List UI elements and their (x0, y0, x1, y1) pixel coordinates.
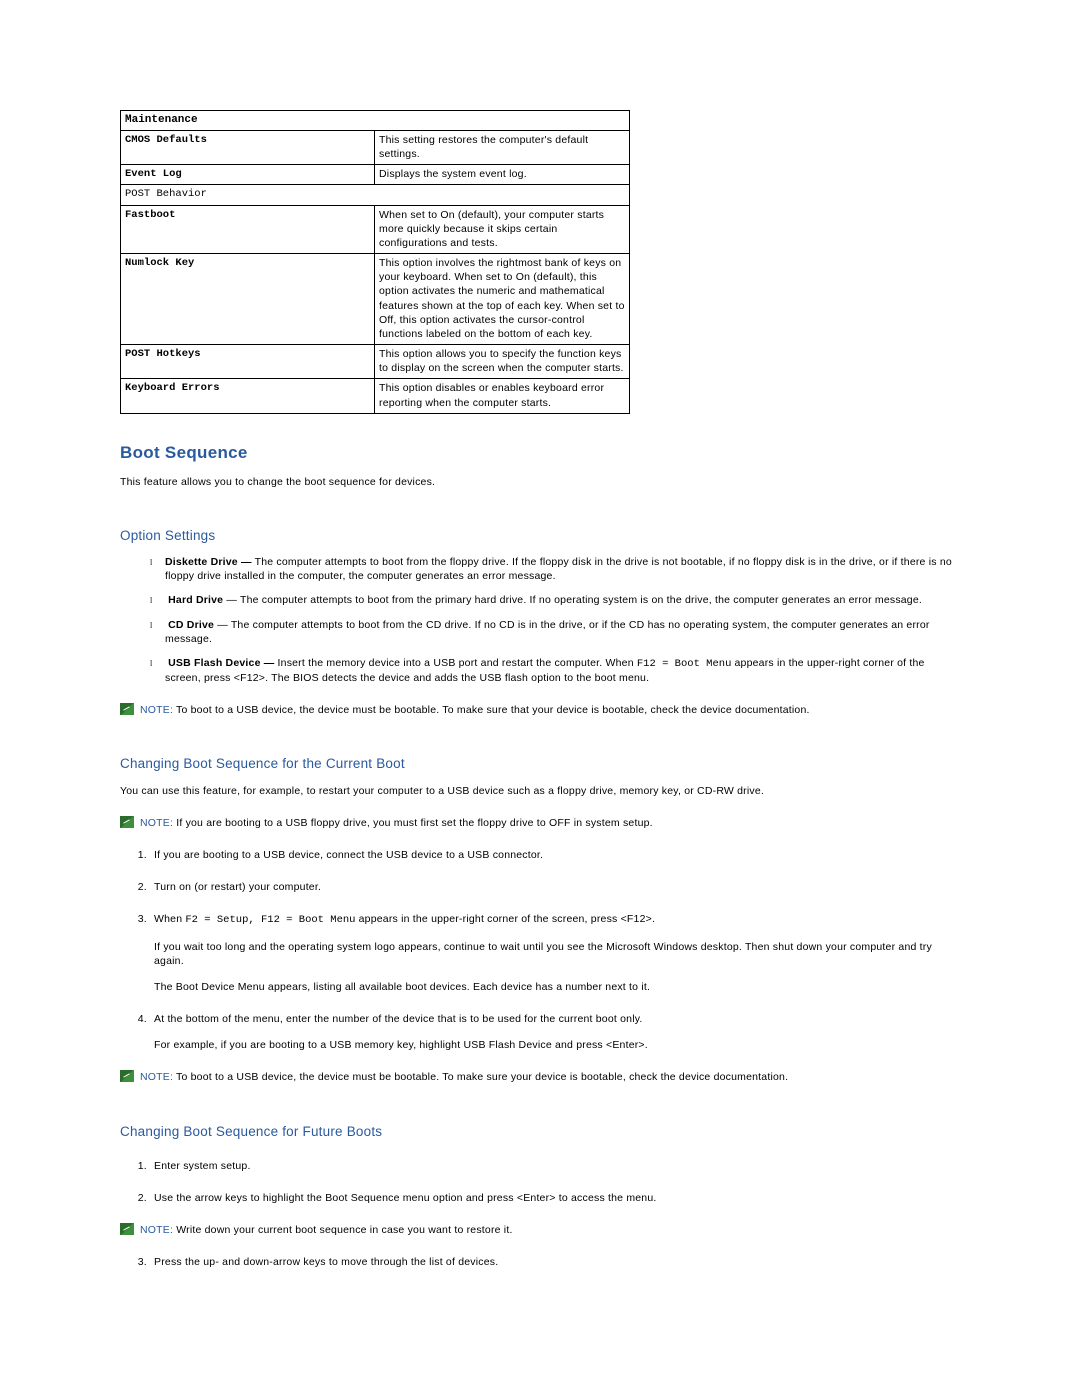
table-row: Fastboot When set to On (default), your … (121, 205, 630, 254)
step-text: Enter system setup. (154, 1160, 251, 1172)
step-text: Use the arrow keys to highlight the Boot… (154, 1192, 657, 1204)
step-para: For example, if you are booting to a USB… (154, 1038, 960, 1052)
changing-current-intro: You can use this feature, for example, t… (120, 784, 960, 798)
row-head: POST Hotkeys (121, 345, 375, 379)
step-para: The Boot Device Menu appears, listing al… (154, 980, 960, 994)
note-block: NOTE: Write down your current boot seque… (120, 1223, 960, 1237)
option-desc-mono: F12 = Boot Menu (637, 658, 732, 670)
step-item: If you are booting to a USB device, conn… (150, 848, 960, 862)
option-name: Diskette Drive — (165, 556, 252, 568)
note-label: NOTE: (140, 817, 173, 829)
list-item: Diskette Drive — The computer attempts t… (150, 555, 960, 583)
step-text: Press the up- and down-arrow keys to mov… (154, 1256, 498, 1268)
note-block: NOTE: To boot to a USB device, the devic… (120, 1070, 960, 1084)
note-label: NOTE: (140, 1224, 173, 1236)
row-desc: This setting restores the computer's def… (375, 130, 630, 164)
note-block: NOTE: If you are booting to a USB floppy… (120, 816, 960, 830)
step-text: If you are booting to a USB device, conn… (154, 849, 543, 861)
row-desc: This option disables or enables keyboard… (375, 379, 630, 413)
row-desc: This option allows you to specify the fu… (375, 345, 630, 379)
table-row: Numlock Key This option involves the rig… (121, 254, 630, 345)
step-item: Turn on (or restart) your computer. (150, 880, 960, 894)
settings-table: Maintenance CMOS Defaults This setting r… (120, 110, 630, 414)
row-head: CMOS Defaults (121, 130, 375, 164)
table-row: Keyboard Errors This option disables or … (121, 379, 630, 413)
heading-boot-sequence: Boot Sequence (120, 442, 960, 465)
step-text-a: When (154, 913, 185, 925)
table-row: CMOS Defaults This setting restores the … (121, 130, 630, 164)
note-label: NOTE: (140, 1071, 173, 1083)
option-desc-a: Insert the memory device into a USB port… (274, 657, 636, 669)
note-text: Write down your current boot sequence in… (173, 1224, 512, 1236)
row-head: Fastboot (121, 205, 375, 254)
heading-option-settings: Option Settings (120, 527, 960, 545)
heading-changing-current: Changing Boot Sequence for the Current B… (120, 755, 960, 773)
table-row: Event Log Displays the system event log. (121, 165, 630, 185)
list-item: USB Flash Device — Insert the memory dev… (150, 656, 960, 685)
option-desc: — The computer attempts to boot from the… (223, 594, 922, 606)
option-name: CD Drive (165, 619, 214, 631)
note-icon (120, 1223, 134, 1235)
steps-current-boot: If you are booting to a USB device, conn… (120, 848, 960, 1052)
list-item: CD Drive — The computer attempts to boot… (150, 618, 960, 646)
step-item: Press the up- and down-arrow keys to mov… (150, 1255, 960, 1269)
note-block: NOTE: To boot to a USB device, the devic… (120, 703, 960, 717)
row-desc: This option involves the rightmost bank … (375, 254, 630, 345)
note-text: To boot to a USB device, the device must… (173, 704, 810, 716)
note-icon (120, 1070, 134, 1082)
step-item: Enter system setup. (150, 1159, 960, 1173)
row-desc: When set to On (default), your computer … (375, 205, 630, 254)
row-desc: Displays the system event log. (375, 165, 630, 185)
note-icon (120, 703, 134, 715)
row-head: Event Log (121, 165, 375, 185)
option-name: USB Flash Device — (165, 657, 274, 669)
table-section-post-behavior: POST Behavior (121, 185, 630, 205)
note-text: To boot to a USB device, the device must… (173, 1071, 788, 1083)
heading-changing-future: Changing Boot Sequence for Future Boots (120, 1123, 960, 1141)
step-item: When F2 = Setup, F12 = Boot Menu appears… (150, 912, 960, 994)
note-icon (120, 816, 134, 828)
note-text: If you are booting to a USB floppy drive… (173, 817, 653, 829)
step-text-mono: F2 = Setup, F12 = Boot Menu (185, 914, 355, 926)
step-para: If you wait too long and the operating s… (154, 940, 960, 968)
table-row: POST Hotkeys This option allows you to s… (121, 345, 630, 379)
steps-future-boots: Enter system setup. Use the arrow keys t… (120, 1159, 960, 1205)
table-section-maintenance: Maintenance (121, 111, 630, 131)
option-desc: — The computer attempts to boot from the… (165, 619, 930, 645)
step-text: Turn on (or restart) your computer. (154, 881, 321, 893)
step-item: At the bottom of the menu, enter the num… (150, 1012, 960, 1052)
row-head: Numlock Key (121, 254, 375, 345)
step-item: Use the arrow keys to highlight the Boot… (150, 1191, 960, 1205)
list-item: Hard Drive — The computer attempts to bo… (150, 593, 960, 607)
note-label: NOTE: (140, 704, 173, 716)
steps-future-boots-continued: Press the up- and down-arrow keys to mov… (120, 1255, 960, 1269)
row-head: Keyboard Errors (121, 379, 375, 413)
option-name: Hard Drive (165, 594, 223, 606)
step-text-b: appears in the upper-right corner of the… (356, 913, 656, 925)
boot-sequence-intro: This feature allows you to change the bo… (120, 475, 960, 489)
option-desc: The computer attempts to boot from the f… (165, 556, 952, 582)
step-text: At the bottom of the menu, enter the num… (154, 1013, 643, 1025)
option-list: Diskette Drive — The computer attempts t… (120, 555, 960, 685)
